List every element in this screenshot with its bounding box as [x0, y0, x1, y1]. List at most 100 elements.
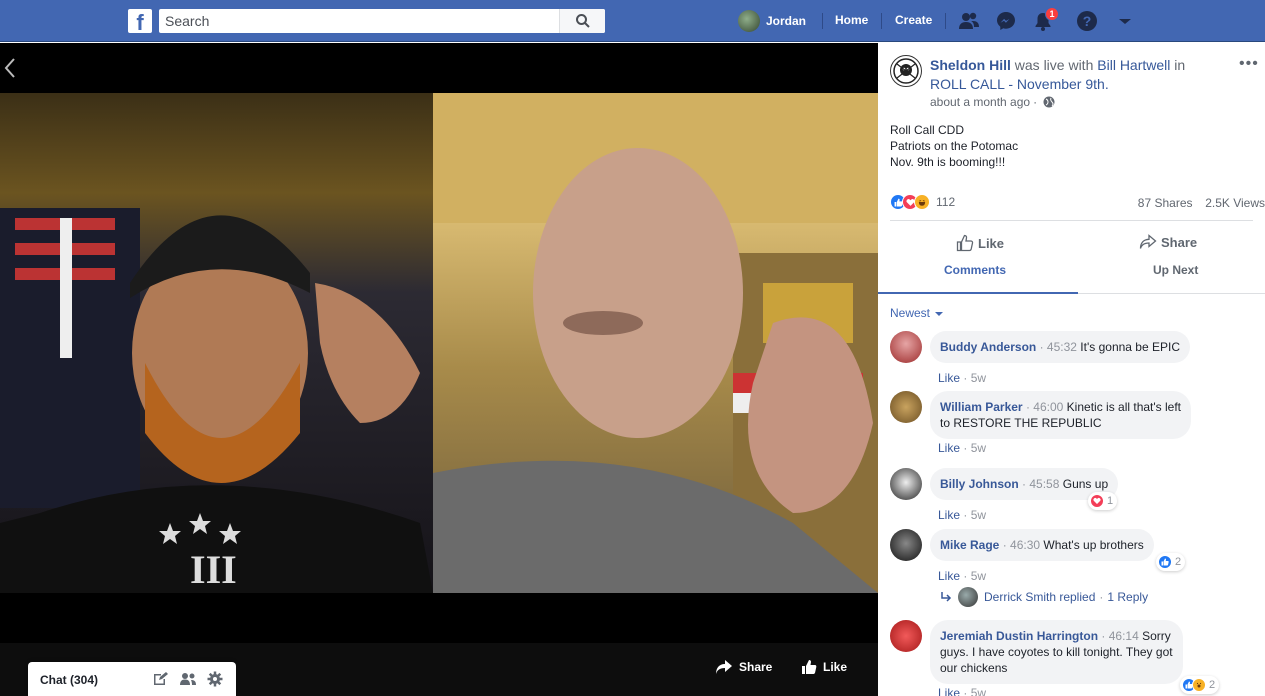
- gear-icon[interactable]: [207, 671, 223, 687]
- comment-text: Sorry: [1142, 629, 1171, 643]
- notification-count-badge: 1: [1045, 7, 1059, 21]
- comment-bubble: Buddy Anderson · 45:32 It's gonna be EPI…: [930, 331, 1190, 363]
- comment-actions: Like · 5w: [938, 371, 987, 385]
- share-label: Share: [1161, 234, 1198, 250]
- globe-icon: [1043, 96, 1055, 108]
- like-button[interactable]: Like: [956, 234, 1004, 252]
- replier-avatar: [958, 587, 978, 607]
- skull-crest-icon: [893, 58, 919, 84]
- post-text-line: Roll Call CDD: [890, 123, 965, 137]
- reaction-count: 112: [936, 195, 956, 209]
- commenter-avatar[interactable]: [890, 331, 922, 363]
- comment-video-time[interactable]: 46:30: [1010, 538, 1040, 552]
- commenter-avatar[interactable]: [890, 391, 922, 423]
- chevron-left-icon[interactable]: [3, 57, 17, 79]
- wow-reaction-icon: [1192, 678, 1206, 692]
- divider: [890, 220, 1253, 221]
- commenter-name[interactable]: Mike Rage: [940, 538, 999, 552]
- comment-like-link[interactable]: Like: [938, 569, 960, 583]
- comment-age[interactable]: 5w: [971, 508, 986, 522]
- was-live-with-text: was live with: [1014, 57, 1094, 73]
- post-time-text: about a month ago: [930, 95, 1031, 109]
- comment-age[interactable]: 5w: [971, 371, 986, 385]
- commenter-name[interactable]: Billy Johnson: [940, 477, 1019, 491]
- nav-divider: [881, 13, 882, 29]
- comment-video-time[interactable]: 46:00: [1033, 400, 1063, 414]
- comment-sort-dropdown[interactable]: Newest: [890, 306, 944, 320]
- comment-like-link[interactable]: Like: [938, 441, 960, 455]
- commenter-name[interactable]: Jeremiah Dustin Harrington: [940, 629, 1098, 643]
- page-avatar[interactable]: [890, 55, 922, 87]
- comment-text: Guns up: [1062, 477, 1109, 491]
- comment-video-time[interactable]: 45:58: [1029, 477, 1059, 491]
- facebook-logo[interactable]: f: [128, 9, 152, 33]
- comment-age[interactable]: 5w: [971, 441, 986, 455]
- tagged-user-link[interactable]: Bill Hartwell: [1097, 57, 1170, 73]
- comment-actions: Like · 5w: [938, 508, 987, 522]
- reply-summary-text: Derrick Smith replied: [984, 590, 1096, 604]
- comment-like-link[interactable]: Like: [938, 371, 960, 385]
- new-message-icon[interactable]: [152, 671, 168, 687]
- caret-down-icon: [935, 312, 944, 316]
- commenter-name[interactable]: William Parker: [940, 400, 1023, 414]
- commenter-avatar[interactable]: [890, 468, 922, 500]
- reactions-summary[interactable]: 112: [890, 194, 955, 210]
- search-button[interactable]: [559, 9, 605, 33]
- profile-link[interactable]: Jordan: [738, 10, 806, 32]
- comment-reaction-badge[interactable]: 2: [1156, 553, 1186, 571]
- views-count: 2.5K Views: [1205, 196, 1265, 210]
- view-replies-link[interactable]: Derrick Smith replied · 1 Reply: [940, 587, 1148, 607]
- commenter-avatar[interactable]: [890, 620, 922, 652]
- comment-age[interactable]: 5w: [971, 686, 986, 696]
- thumbs-up-icon: [802, 660, 817, 674]
- video-share-button[interactable]: Share: [715, 659, 772, 675]
- svg-text:?: ?: [1083, 13, 1092, 29]
- comment-text: What's up brothers: [1043, 538, 1144, 552]
- home-link[interactable]: Home: [835, 13, 868, 27]
- post-text-line: Nov. 9th is booming!!!: [890, 155, 1006, 169]
- account-menu-chevron-down-icon[interactable]: [1114, 10, 1136, 32]
- tab-up-next[interactable]: Up Next: [1153, 263, 1198, 277]
- comment-text: guys. I have coyotes to kill tonight. Th…: [940, 645, 1173, 659]
- post-timestamp[interactable]: about a month ago ·: [930, 95, 1055, 109]
- reply-arrow-icon: [941, 592, 952, 602]
- create-link[interactable]: Create: [895, 13, 932, 27]
- create-group-icon[interactable]: [179, 671, 197, 687]
- comment-video-time[interactable]: 45:32: [1047, 340, 1077, 354]
- help-icon[interactable]: ?: [1076, 10, 1098, 32]
- thumbs-up-outline-icon: [956, 234, 974, 252]
- comment-reaction-badge[interactable]: 1: [1088, 492, 1118, 510]
- shares-count[interactable]: 87 Shares: [1138, 196, 1193, 210]
- chat-sidebar-tab[interactable]: Chat (304): [28, 662, 236, 696]
- profile-name: Jordan: [766, 14, 807, 28]
- comment-bubble: William Parker · 46:00 Kinetic is all th…: [930, 391, 1192, 439]
- event-link[interactable]: ROLL CALL - November 9th.: [930, 76, 1109, 92]
- share-button[interactable]: Share: [1139, 234, 1197, 250]
- video-feed-left: III: [0, 93, 433, 593]
- post-stats: 87 Shares 2.5K Views: [1138, 196, 1265, 210]
- comment-actions: Like · 5w: [938, 686, 986, 696]
- comment-reaction-badge[interactable]: 2: [1180, 676, 1220, 694]
- comment-age[interactable]: 5w: [971, 569, 986, 583]
- post-header: Sheldon Hill was live with Bill Hartwell…: [930, 56, 1230, 94]
- post-text-line: Patriots on the Potomac: [890, 139, 1019, 153]
- post-details-panel: Sheldon Hill was live with Bill Hartwell…: [878, 43, 1265, 696]
- friend-requests-icon[interactable]: [958, 10, 980, 32]
- video-like-button[interactable]: Like: [801, 659, 847, 675]
- chat-label: Chat (304): [40, 673, 99, 687]
- comment-like-link[interactable]: Like: [938, 686, 960, 696]
- tab-comments[interactable]: Comments: [944, 263, 1006, 277]
- video-frame-left: III: [0, 208, 433, 593]
- like-reaction-icon: [1158, 555, 1172, 569]
- comment-video-time[interactable]: 46:14: [1109, 629, 1139, 643]
- search-icon: [576, 14, 590, 28]
- love-reaction-icon: [1090, 494, 1104, 508]
- comment-like-link[interactable]: Like: [938, 508, 960, 522]
- messenger-icon[interactable]: [995, 10, 1017, 32]
- post-author-link[interactable]: Sheldon Hill: [930, 57, 1011, 73]
- more-options-icon[interactable]: •••: [1239, 55, 1259, 73]
- live-video-player[interactable]: III Share Like: [0, 43, 878, 696]
- commenter-name[interactable]: Buddy Anderson: [940, 340, 1036, 354]
- commenter-avatar[interactable]: [890, 529, 922, 561]
- search-input[interactable]: [165, 12, 565, 30]
